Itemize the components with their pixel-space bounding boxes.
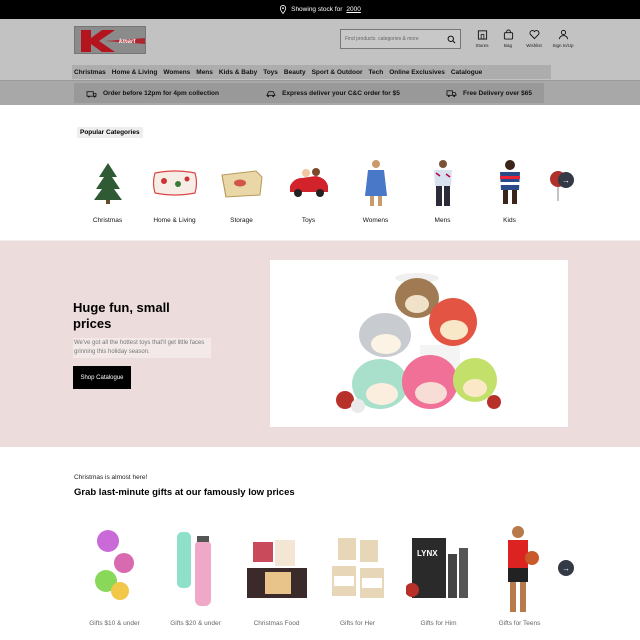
category-label: Storage — [230, 217, 253, 224]
gifts-section: Christmas is almost here! Grab last-minu… — [0, 447, 640, 640]
gift-card-label: Gifts for Teens — [498, 620, 541, 627]
gift-card-label: Gifts $10 & under — [89, 620, 140, 627]
nav-home-living[interactable]: Home & Living — [112, 69, 164, 76]
gift-card-10-under[interactable]: Gifts $10 & under — [74, 523, 155, 627]
kmart-logo[interactable]: kmart — [74, 26, 146, 54]
nav-kids-baby[interactable]: Kids & Baby — [219, 69, 263, 76]
search-input[interactable]: Find products, categories & more — [340, 29, 461, 49]
category-label: Mens — [434, 217, 451, 224]
category-mens[interactable]: Mens — [409, 157, 476, 224]
food-hamper-image — [241, 523, 313, 615]
stock-location-bar: Showing stock for 2000 — [0, 0, 640, 19]
site-header: kmart Find products, categories & more S… — [0, 19, 640, 81]
womens-model-image — [351, 157, 401, 209]
location-pin-icon — [280, 5, 287, 14]
kids-model-image — [485, 157, 535, 209]
teen-basketball-image — [484, 523, 556, 615]
hero-body: We've got all the hottest toys that'll g… — [73, 338, 211, 358]
toy-car-image — [284, 157, 334, 209]
category-home-living[interactable]: Home & Living — [141, 157, 208, 224]
promo-collection[interactable]: Order before 12pm for 4pm collection — [86, 89, 219, 98]
lynx-gift-set-image: LYNX — [403, 523, 475, 615]
truck-icon — [446, 89, 457, 97]
heart-icon — [529, 30, 539, 40]
category-label: Home & Living — [153, 217, 196, 224]
gifts-title: Grab last-minute gifts at our famously l… — [74, 487, 295, 498]
wishlist-button[interactable]: Wishlist — [524, 29, 544, 48]
balloons-image — [79, 523, 151, 615]
nav-mens[interactable]: Mens — [196, 69, 219, 76]
nav-beauty[interactable]: Beauty — [284, 69, 312, 76]
category-christmas[interactable]: Christmas — [74, 157, 141, 224]
category-label: Toys — [301, 217, 316, 224]
search-placeholder: Find products, categories & more — [345, 36, 419, 42]
search-icon[interactable] — [447, 35, 456, 44]
bag-button[interactable]: Bag — [498, 29, 518, 48]
plush-toys-image[interactable] — [270, 260, 568, 427]
shop-catalogue-button[interactable]: Shop Catalogue — [73, 366, 131, 389]
candles-image — [322, 523, 394, 615]
gift-card-label: Christmas Food — [253, 620, 300, 627]
water-bottles-image — [160, 523, 232, 615]
gift-card-for-her[interactable]: Gifts for Her — [317, 523, 398, 627]
stores-label: Stores — [475, 43, 489, 48]
express-icon — [266, 90, 276, 97]
sign-in-button[interactable]: Sign In/Up — [550, 29, 576, 48]
gifts-eyebrow: Christmas is almost here! — [74, 474, 148, 481]
nav-womens[interactable]: Womens — [163, 69, 196, 76]
gift-card-label: Gifts for Her — [339, 620, 376, 627]
nav-online-exclusives[interactable]: Online Exclusives — [389, 69, 451, 76]
main-nav: Christmas Home & Living Womens Mens Kids… — [72, 65, 551, 79]
gifts-next-button[interactable]: → — [558, 560, 574, 576]
popular-categories-heading: Popular Categories — [77, 127, 143, 138]
gift-card-for-him[interactable]: LYNX Gifts for Him — [398, 523, 479, 627]
hero-title: Huge fun, small prices — [73, 300, 170, 331]
storage-crate-image — [217, 157, 267, 209]
gift-card-christmas-food[interactable]: Christmas Food — [236, 523, 317, 627]
categories-next-button[interactable]: → — [558, 172, 574, 188]
svg-text:LYNX: LYNX — [417, 549, 438, 558]
gift-card-label: Gifts for Him — [420, 620, 457, 627]
popular-categories-section: Popular Categories Christmas Home & Livi… — [0, 105, 640, 241]
category-label: Kids — [503, 217, 516, 224]
logo-wordmark: kmart — [119, 39, 136, 45]
gift-card-for-teens[interactable]: Gifts for Teens — [479, 523, 560, 627]
nav-catalogue[interactable]: Catalogue — [451, 69, 488, 76]
promo-strip: Order before 12pm for 4pm collection Exp… — [0, 81, 640, 105]
category-label: Christmas — [92, 217, 123, 224]
mens-model-image — [418, 157, 468, 209]
nav-sport-outdoor[interactable]: Sport & Outdoor — [312, 69, 369, 76]
hero-banner: Huge fun, small prices We've got all the… — [0, 241, 640, 447]
arrow-right-icon: → — [562, 175, 570, 185]
promo-free-delivery[interactable]: Free Delivery over $65 — [446, 89, 532, 98]
nav-toys[interactable]: Toys — [263, 69, 284, 76]
category-kids[interactable]: Kids — [476, 157, 543, 224]
gift-card-label: Gifts $20 & under — [170, 620, 221, 627]
wishlist-label: Wishlist — [526, 43, 542, 48]
promo-express-text: Express deliver your C&C order for $5 — [282, 89, 400, 97]
stock-label: Showing stock for — [291, 6, 343, 13]
cushion-image — [150, 157, 200, 209]
promo-free-delivery-text: Free Delivery over $65 — [462, 89, 532, 97]
bag-label: Bag — [503, 43, 512, 48]
store-icon — [477, 30, 487, 40]
nav-tech[interactable]: Tech — [369, 69, 390, 76]
category-toys[interactable]: Toys — [275, 157, 342, 224]
click-collect-icon — [86, 90, 97, 98]
sign-in-label: Sign In/Up — [552, 43, 574, 48]
bag-icon — [503, 29, 513, 40]
promo-collection-text: Order before 12pm for 4pm collection — [103, 89, 219, 97]
gift-card-20-under[interactable]: Gifts $20 & under — [155, 523, 236, 627]
christmas-tree-image — [83, 157, 133, 209]
stores-button[interactable]: Stores — [472, 29, 492, 48]
category-label: Womens — [362, 217, 389, 224]
user-icon — [558, 29, 568, 40]
category-womens[interactable]: Womens — [342, 157, 409, 224]
category-storage[interactable]: Storage — [208, 157, 275, 224]
nav-christmas[interactable]: Christmas — [74, 69, 112, 76]
promo-express[interactable]: Express deliver your C&C order for $5 — [265, 89, 400, 98]
arrow-right-icon: → — [562, 563, 570, 573]
postcode-link[interactable]: 2000 — [346, 6, 360, 13]
